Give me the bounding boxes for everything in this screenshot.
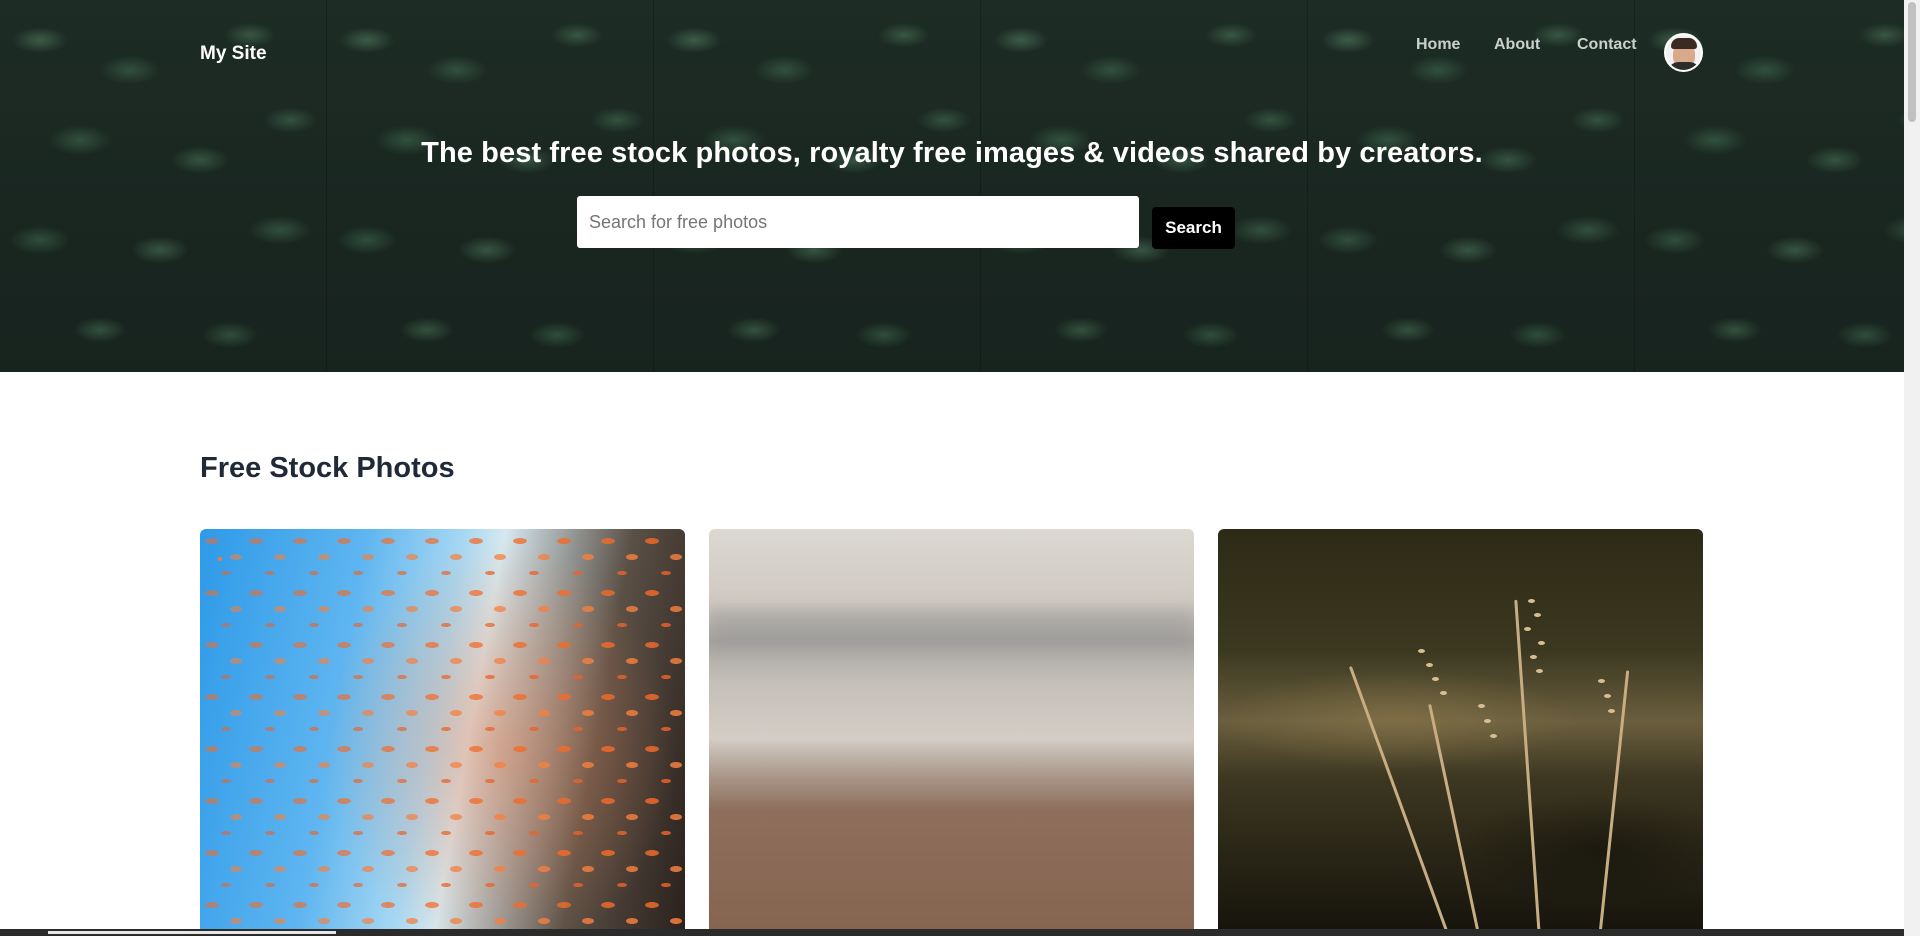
grass-stalk bbox=[1348, 665, 1451, 931]
scrollbar-thumb[interactable] bbox=[48, 931, 336, 934]
horizontal-scrollbar[interactable] bbox=[0, 929, 1904, 936]
section-title: Free Stock Photos bbox=[200, 452, 455, 484]
hero-banner: My Site Home About Contact The best free… bbox=[0, 0, 1904, 372]
user-avatar[interactable] bbox=[1664, 33, 1703, 72]
photo-card-grass[interactable] bbox=[1218, 529, 1703, 931]
search-input[interactable] bbox=[577, 196, 1139, 248]
photo-card-fish[interactable] bbox=[200, 529, 685, 931]
hero-title: The best free stock photos, royalty free… bbox=[421, 137, 1483, 169]
vertical-scrollbar[interactable] bbox=[1904, 0, 1920, 936]
grass-stalk bbox=[1514, 599, 1541, 931]
nav-contact-link[interactable]: Contact bbox=[1577, 36, 1637, 54]
scrollbar-thumb[interactable] bbox=[1908, 2, 1916, 122]
photo-card-beach[interactable] bbox=[709, 529, 1194, 931]
nav-home-link[interactable]: Home bbox=[1416, 36, 1460, 54]
fish-school-image bbox=[200, 529, 685, 931]
site-logo[interactable]: My Site bbox=[200, 43, 267, 65]
nav-about-link[interactable]: About bbox=[1494, 36, 1540, 54]
search-button[interactable]: Search bbox=[1152, 207, 1235, 249]
